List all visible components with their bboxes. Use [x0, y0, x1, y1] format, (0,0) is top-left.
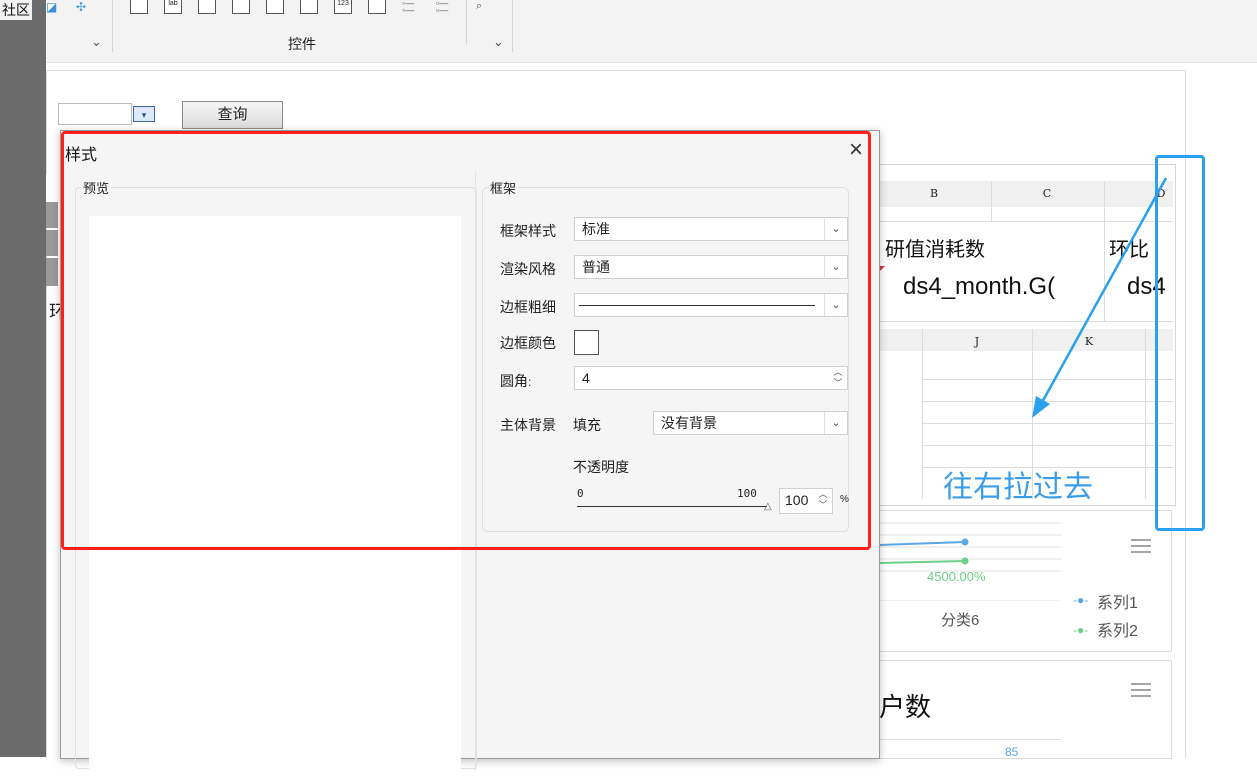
search-icon[interactable]: ⌕	[476, 0, 494, 14]
annotation-text: 往右拉过去	[943, 471, 1093, 504]
sparkle-icon[interactable]: ✣	[76, 0, 90, 14]
column-header-b[interactable]: B	[929, 187, 939, 200]
col-divider	[991, 181, 992, 221]
col-divider	[922, 329, 923, 499]
community-label[interactable]: 社区	[0, 0, 32, 20]
left-sheet-cell	[46, 230, 58, 256]
series1-line	[879, 541, 966, 546]
left-window-strip: 社区	[0, 0, 46, 757]
red-highlight-box	[61, 131, 871, 550]
toolbar-separator	[112, 0, 113, 52]
chart2-title: 户数	[879, 692, 932, 722]
widget-toolbar: ◪ ✣ ⌄ lab 123 ◦— ◦— ▫— ▫— ⌕ 控件 ⌄	[46, 0, 1257, 63]
button-icon[interactable]	[198, 0, 216, 14]
left-sheet-cell	[46, 202, 58, 228]
series1-point	[961, 538, 969, 546]
list-icon[interactable]	[368, 0, 386, 14]
date-icon[interactable]	[266, 0, 284, 14]
cell-marker	[880, 266, 885, 271]
toolbar-separator	[512, 0, 513, 52]
line-chart-card[interactable]: 4500.00% 分类6 -●- 系列1 -●- 系列2	[878, 510, 1172, 652]
arrow-head	[1032, 396, 1050, 418]
legend-marker-series1: -●-	[1073, 593, 1089, 607]
paint-icon[interactable]: ◪	[46, 0, 60, 14]
chart2-menu-icon[interactable]	[1131, 683, 1151, 685]
sheet-cell-title[interactable]: 研值消耗数	[885, 233, 985, 262]
parameter-dropdown-icon[interactable]: ▾	[133, 106, 155, 122]
chart-menu-icon[interactable]	[1131, 539, 1151, 541]
arrow-shaft	[1038, 177, 1168, 407]
checkbox-icon[interactable]: ▫— ▫—	[436, 0, 454, 15]
series2-point	[961, 557, 969, 565]
controls-group-label: 控件	[288, 36, 316, 52]
dropdown-icon[interactable]	[232, 0, 250, 14]
toolbar-group2-chevron[interactable]: ⌄	[493, 34, 504, 50]
radio-icon[interactable]: ◦— ◦—	[402, 0, 420, 15]
annotation-arrow	[1032, 177, 1168, 418]
parameter-input[interactable]	[58, 103, 132, 125]
line-chart-plot	[879, 522, 1061, 601]
text-box-icon[interactable]	[130, 0, 148, 14]
legend-marker-series2: -●-	[1073, 623, 1089, 637]
query-button[interactable]: 查询	[182, 101, 283, 129]
number-icon[interactable]: 123	[334, 0, 352, 14]
left-sheet-header-cell	[46, 174, 58, 203]
row-line	[922, 445, 1173, 446]
label-icon[interactable]: lab	[164, 0, 182, 14]
legend-series2[interactable]: 系列2	[1097, 617, 1138, 641]
table-icon[interactable]	[300, 0, 318, 14]
legend-series1[interactable]: 系列1	[1097, 589, 1138, 613]
left-sheet-cell	[46, 258, 58, 286]
column-header-j[interactable]: J	[972, 335, 982, 348]
toolbar-group1-chevron[interactable]: ⌄	[91, 34, 102, 50]
bar-chart-card[interactable]: 户数 85	[878, 660, 1172, 759]
toolbar-separator	[466, 0, 467, 44]
chart2-gridline	[879, 739, 1061, 740]
chart-category-label: 分类6	[941, 612, 980, 629]
chart-data-label: 4500.00%	[927, 569, 986, 584]
series2-line	[879, 560, 966, 564]
